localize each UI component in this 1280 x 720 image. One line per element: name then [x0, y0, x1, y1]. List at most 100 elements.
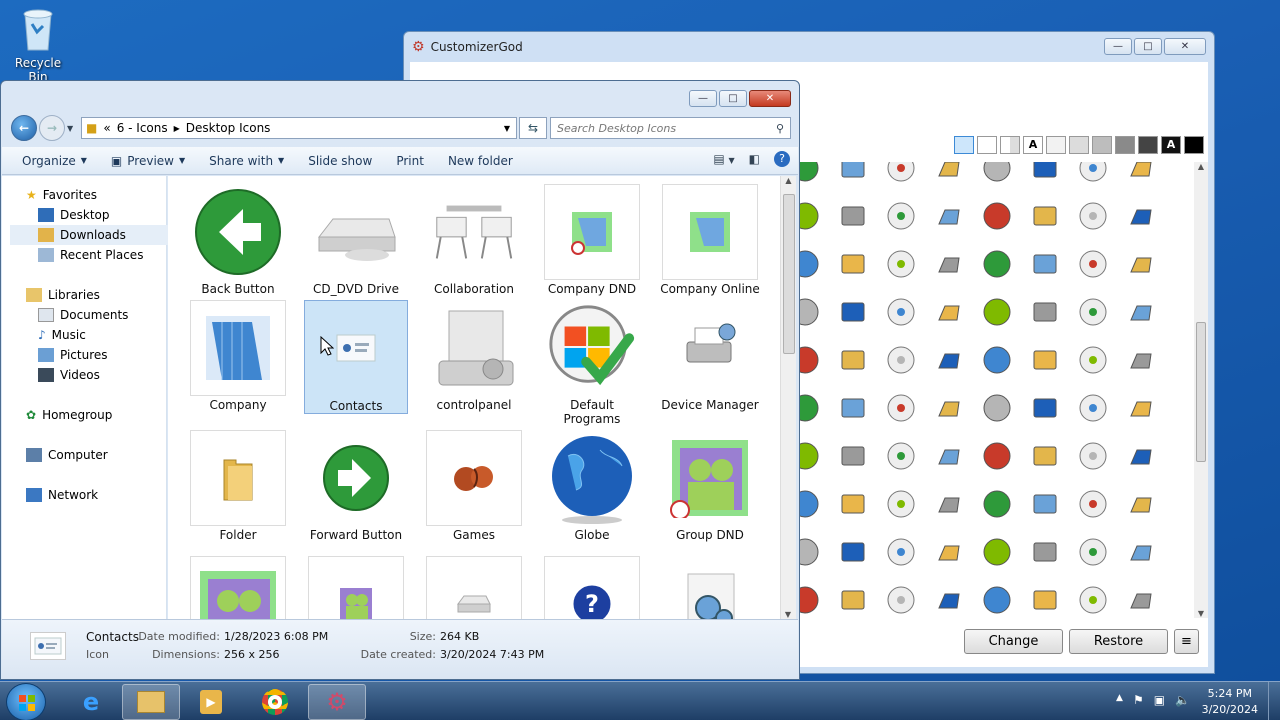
- maximize-button[interactable]: □: [1134, 38, 1162, 55]
- file-item[interactable]: Company Online: [658, 184, 762, 296]
- swatch-dark-gray[interactable]: [1138, 136, 1158, 154]
- camera-icon[interactable]: [979, 582, 1015, 618]
- breadcrumb-prefix[interactable]: «: [103, 121, 110, 135]
- file-item[interactable]: [422, 556, 526, 619]
- nav-computer[interactable]: Computer: [26, 445, 191, 465]
- network-icon[interactable]: [1027, 162, 1063, 186]
- breadcrumb-current[interactable]: Desktop Icons: [186, 121, 271, 135]
- camera-icon[interactable]: [979, 294, 1015, 330]
- organize-menu[interactable]: Organize ▼: [10, 154, 99, 168]
- recent-pages-dropdown[interactable]: ▼: [67, 124, 73, 133]
- change-button[interactable]: Change: [964, 629, 1063, 654]
- share-with-menu[interactable]: Share with ▼: [197, 154, 296, 168]
- tools-icon[interactable]: [883, 342, 919, 378]
- file-item[interactable]: Back Button: [186, 184, 290, 296]
- print-button[interactable]: Print: [384, 154, 436, 168]
- breadcrumb-parent[interactable]: 6 - Icons: [117, 121, 168, 135]
- swatch-text-white[interactable]: A: [1023, 136, 1043, 154]
- file-item[interactable]: ?: [540, 556, 644, 619]
- drive-icon[interactable]: [931, 162, 967, 186]
- music-icon[interactable]: [931, 294, 967, 330]
- icon-grid-pane[interactable]: [799, 162, 1189, 618]
- drive-icon[interactable]: [931, 438, 967, 474]
- mouse-icon[interactable]: [1123, 582, 1159, 618]
- printer-icon[interactable]: [1027, 294, 1063, 330]
- document-icon[interactable]: [835, 294, 871, 330]
- network-icon[interactable]: [1027, 246, 1063, 282]
- close-button[interactable]: ✕: [1164, 38, 1206, 55]
- file-item[interactable]: [186, 556, 290, 619]
- refresh-button[interactable]: ⇆: [519, 117, 547, 139]
- music-icon[interactable]: [931, 582, 967, 618]
- music-icon[interactable]: [931, 390, 967, 426]
- keyboard-icon[interactable]: [979, 342, 1015, 378]
- restore-button[interactable]: Restore: [1069, 629, 1168, 654]
- mouse-icon[interactable]: [1123, 486, 1159, 522]
- file-item[interactable]: Folder: [186, 430, 290, 542]
- slide-show-button[interactable]: Slide show: [296, 154, 384, 168]
- swatch-text-black[interactable]: A: [1161, 136, 1181, 154]
- drive-icon[interactable]: [931, 342, 967, 378]
- clock[interactable]: 5:24 PM 3/20/2024: [1202, 686, 1258, 718]
- folder-icon[interactable]: [835, 246, 871, 282]
- address-box[interactable]: ■ « 6 - Icons ▶ Desktop Icons ▼: [81, 117, 517, 139]
- printer-icon[interactable]: [1027, 390, 1063, 426]
- no-entry-icon[interactable]: [1123, 534, 1159, 570]
- start-button[interactable]: [6, 683, 46, 720]
- network-icon[interactable]: [1075, 246, 1111, 282]
- network-icon[interactable]: [1027, 438, 1063, 474]
- scroll-thumb[interactable]: [783, 194, 795, 354]
- file-item[interactable]: Globe: [540, 430, 644, 542]
- network-icon[interactable]: [1075, 162, 1111, 186]
- file-item[interactable]: Company: [186, 300, 290, 412]
- keyboard-icon[interactable]: [979, 534, 1015, 570]
- back-nav-button[interactable]: ←: [11, 115, 37, 141]
- printer-icon[interactable]: [1027, 486, 1063, 522]
- volume-icon[interactable]: 🔈: [1175, 693, 1190, 707]
- nav-network[interactable]: Network: [26, 485, 191, 505]
- menu-button[interactable]: ≡: [1174, 629, 1199, 654]
- shield-icon[interactable]: [799, 162, 823, 186]
- file-item[interactable]: [304, 556, 408, 619]
- network-icon[interactable]: [1075, 438, 1111, 474]
- file-item[interactable]: Collaboration: [422, 184, 526, 296]
- film-icon[interactable]: [883, 486, 919, 522]
- network-icon[interactable]: [1027, 342, 1063, 378]
- disc-icon[interactable]: [1075, 390, 1111, 426]
- camera-icon[interactable]: [979, 486, 1015, 522]
- close-button[interactable]: ✕: [749, 90, 791, 107]
- folder-icon[interactable]: [835, 438, 871, 474]
- file-item[interactable]: CD_DVD Drive: [304, 184, 408, 296]
- customizergod-titlebar[interactable]: ⚙ CustomizerGod: [404, 32, 1214, 62]
- camera-icon[interactable]: [979, 198, 1015, 234]
- printer-icon[interactable]: [1027, 582, 1063, 618]
- network-icon[interactable]: [1075, 534, 1111, 570]
- keyboard-icon[interactable]: [979, 162, 1015, 186]
- swatch-white[interactable]: [977, 136, 997, 154]
- document-icon[interactable]: [835, 390, 871, 426]
- swatch-gray-1[interactable]: [1069, 136, 1089, 154]
- folder-icon[interactable]: [835, 342, 871, 378]
- camera-icon[interactable]: [979, 390, 1015, 426]
- dvd-icon[interactable]: [799, 582, 823, 618]
- dvd-icon[interactable]: [799, 294, 823, 330]
- disc-icon[interactable]: [1075, 294, 1111, 330]
- folder-icon[interactable]: [835, 534, 871, 570]
- taskbar-media-player[interactable]: ▶: [182, 684, 240, 720]
- keyboard-icon[interactable]: [979, 438, 1015, 474]
- mouse-icon[interactable]: [1123, 390, 1159, 426]
- film-icon[interactable]: [883, 390, 919, 426]
- document-icon[interactable]: [835, 582, 871, 618]
- nav-libraries[interactable]: Libraries: [26, 285, 191, 305]
- help-icon[interactable]: ?: [774, 151, 790, 167]
- shield-icon[interactable]: [799, 438, 823, 474]
- no-entry-icon[interactable]: [1123, 162, 1159, 186]
- swatch-gray-3[interactable]: [1115, 136, 1135, 154]
- forward-nav-button[interactable]: →: [39, 115, 65, 141]
- disc-icon[interactable]: [1075, 486, 1111, 522]
- file-item[interactable]: Group DND: [658, 430, 762, 542]
- disc-icon[interactable]: [1075, 582, 1111, 618]
- shield-icon[interactable]: [799, 534, 823, 570]
- taskbar-internet-explorer[interactable]: e: [62, 684, 120, 720]
- keyboard-icon[interactable]: [979, 246, 1015, 282]
